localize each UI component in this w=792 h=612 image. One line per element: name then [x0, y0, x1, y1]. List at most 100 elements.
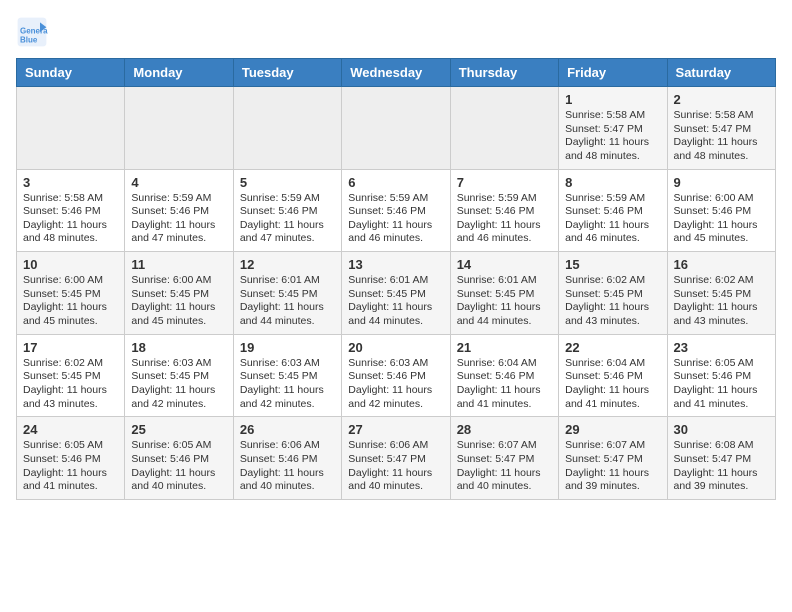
day-info: Sunset: 5:45 PM [457, 288, 552, 302]
day-info: Daylight: 11 hours and 39 minutes. [565, 467, 660, 494]
day-info: Sunrise: 6:05 AM [674, 357, 769, 371]
day-info: Sunset: 5:45 PM [23, 288, 118, 302]
day-info: Sunrise: 6:04 AM [565, 357, 660, 371]
calendar-cell: 2Sunrise: 5:58 AMSunset: 5:47 PMDaylight… [667, 87, 775, 170]
calendar-cell: 13Sunrise: 6:01 AMSunset: 5:45 PMDayligh… [342, 252, 450, 335]
day-number: 2 [674, 92, 769, 107]
day-info: Sunset: 5:46 PM [565, 370, 660, 384]
calendar-cell: 15Sunrise: 6:02 AMSunset: 5:45 PMDayligh… [559, 252, 667, 335]
day-number: 26 [240, 422, 335, 437]
logo: General Blue [16, 16, 54, 48]
calendar-cell [17, 87, 125, 170]
day-number: 29 [565, 422, 660, 437]
calendar-week-2: 3Sunrise: 5:58 AMSunset: 5:46 PMDaylight… [17, 169, 776, 252]
day-info: Daylight: 11 hours and 40 minutes. [348, 467, 443, 494]
calendar-cell: 28Sunrise: 6:07 AMSunset: 5:47 PMDayligh… [450, 417, 558, 500]
calendar-week-3: 10Sunrise: 6:00 AMSunset: 5:45 PMDayligh… [17, 252, 776, 335]
day-number: 6 [348, 175, 443, 190]
day-number: 28 [457, 422, 552, 437]
calendar-cell: 6Sunrise: 5:59 AMSunset: 5:46 PMDaylight… [342, 169, 450, 252]
day-number: 8 [565, 175, 660, 190]
day-info: Sunrise: 6:06 AM [348, 439, 443, 453]
day-info: Sunrise: 6:01 AM [348, 274, 443, 288]
calendar-cell [233, 87, 341, 170]
day-number: 17 [23, 340, 118, 355]
day-info: Daylight: 11 hours and 42 minutes. [131, 384, 226, 411]
day-info: Sunset: 5:47 PM [565, 123, 660, 137]
day-info: Sunrise: 6:07 AM [565, 439, 660, 453]
calendar-week-5: 24Sunrise: 6:05 AMSunset: 5:46 PMDayligh… [17, 417, 776, 500]
day-info: Sunset: 5:45 PM [674, 288, 769, 302]
day-info: Sunrise: 5:59 AM [240, 192, 335, 206]
weekday-header-saturday: Saturday [667, 59, 775, 87]
day-info: Sunset: 5:47 PM [565, 453, 660, 467]
weekday-header-monday: Monday [125, 59, 233, 87]
day-info: Daylight: 11 hours and 43 minutes. [674, 301, 769, 328]
day-number: 19 [240, 340, 335, 355]
day-info: Sunrise: 6:06 AM [240, 439, 335, 453]
day-info: Sunrise: 6:01 AM [457, 274, 552, 288]
day-number: 27 [348, 422, 443, 437]
day-info: Sunrise: 6:01 AM [240, 274, 335, 288]
day-info: Sunset: 5:45 PM [240, 288, 335, 302]
day-number: 23 [674, 340, 769, 355]
day-number: 11 [131, 257, 226, 272]
calendar-cell: 7Sunrise: 5:59 AMSunset: 5:46 PMDaylight… [450, 169, 558, 252]
day-info: Sunset: 5:47 PM [674, 453, 769, 467]
day-info: Sunset: 5:45 PM [348, 288, 443, 302]
day-info: Daylight: 11 hours and 47 minutes. [131, 219, 226, 246]
day-info: Sunset: 5:46 PM [674, 205, 769, 219]
day-info: Sunset: 5:46 PM [674, 370, 769, 384]
calendar-cell: 14 Sunrise: 6:01 AMSunset: 5:45 PMDayligh… [450, 252, 558, 335]
calendar-cell: 29 Sunrise: 6:07 AMSunset: 5:47 PMDayligh… [559, 417, 667, 500]
day-number: 18 [131, 340, 226, 355]
day-number: 10 [23, 257, 118, 272]
calendar-cell: 9Sunrise: 6:00 AMSunset: 5:46 PMDaylight… [667, 169, 775, 252]
calendar-cell: 10Sunrise: 6:00 AMSunset: 5:45 PMDayligh… [17, 252, 125, 335]
weekday-header-wednesday: Wednesday [342, 59, 450, 87]
day-info: Daylight: 11 hours and 46 minutes. [348, 219, 443, 246]
day-number: 30 [674, 422, 769, 437]
calendar-cell: 19Sunrise: 6:03 AMSunset: 5:45 PMDayligh… [233, 334, 341, 417]
weekday-header-friday: Friday [559, 59, 667, 87]
day-number: 22 [565, 340, 660, 355]
day-info: Sunset: 5:45 PM [131, 288, 226, 302]
weekday-header-row: SundayMondayTuesdayWednesdayThursdayFrid… [17, 59, 776, 87]
day-number: 16 [674, 257, 769, 272]
day-info: Daylight: 11 hours and 44 minutes. [457, 301, 552, 328]
day-info: Sunset: 5:46 PM [457, 205, 552, 219]
page-header: General Blue [16, 16, 776, 48]
day-number: 4 [131, 175, 226, 190]
calendar-cell: 4Sunrise: 5:59 AMSunset: 5:46 PMDaylight… [125, 169, 233, 252]
calendar-cell: 11Sunrise: 6:00 AMSunset: 5:45 PMDayligh… [125, 252, 233, 335]
calendar-cell: 20Sunrise: 6:03 AMSunset: 5:46 PMDayligh… [342, 334, 450, 417]
day-info: Sunset: 5:46 PM [348, 205, 443, 219]
day-info: Sunrise: 5:59 AM [565, 192, 660, 206]
day-info: Daylight: 11 hours and 39 minutes. [674, 467, 769, 494]
day-number: 25 [131, 422, 226, 437]
day-number: 1 [565, 92, 660, 107]
day-info: Sunset: 5:47 PM [348, 453, 443, 467]
day-number: 21 [457, 340, 552, 355]
day-info: Sunset: 5:46 PM [457, 370, 552, 384]
day-number: 14 [457, 257, 552, 272]
day-info: Daylight: 11 hours and 42 minutes. [240, 384, 335, 411]
day-info: Daylight: 11 hours and 45 minutes. [23, 301, 118, 328]
day-info: Sunset: 5:45 PM [565, 288, 660, 302]
day-number: 20 [348, 340, 443, 355]
calendar-cell: 12Sunrise: 6:01 AMSunset: 5:45 PMDayligh… [233, 252, 341, 335]
weekday-header-tuesday: Tuesday [233, 59, 341, 87]
day-number: 13 [348, 257, 443, 272]
day-info: Daylight: 11 hours and 42 minutes. [348, 384, 443, 411]
day-info: Daylight: 11 hours and 47 minutes. [240, 219, 335, 246]
day-info: Daylight: 11 hours and 40 minutes. [457, 467, 552, 494]
day-info: Daylight: 11 hours and 40 minutes. [240, 467, 335, 494]
day-info: Sunrise: 6:08 AM [674, 439, 769, 453]
day-info: Daylight: 11 hours and 44 minutes. [240, 301, 335, 328]
day-info: Sunrise: 5:59 AM [457, 192, 552, 206]
day-info: Sunset: 5:47 PM [674, 123, 769, 137]
calendar-week-4: 17Sunrise: 6:02 AMSunset: 5:45 PMDayligh… [17, 334, 776, 417]
day-info: Daylight: 11 hours and 45 minutes. [131, 301, 226, 328]
day-info: Sunset: 5:46 PM [240, 205, 335, 219]
calendar-cell: 27 Sunrise: 6:06 AMSunset: 5:47 PMDayligh… [342, 417, 450, 500]
